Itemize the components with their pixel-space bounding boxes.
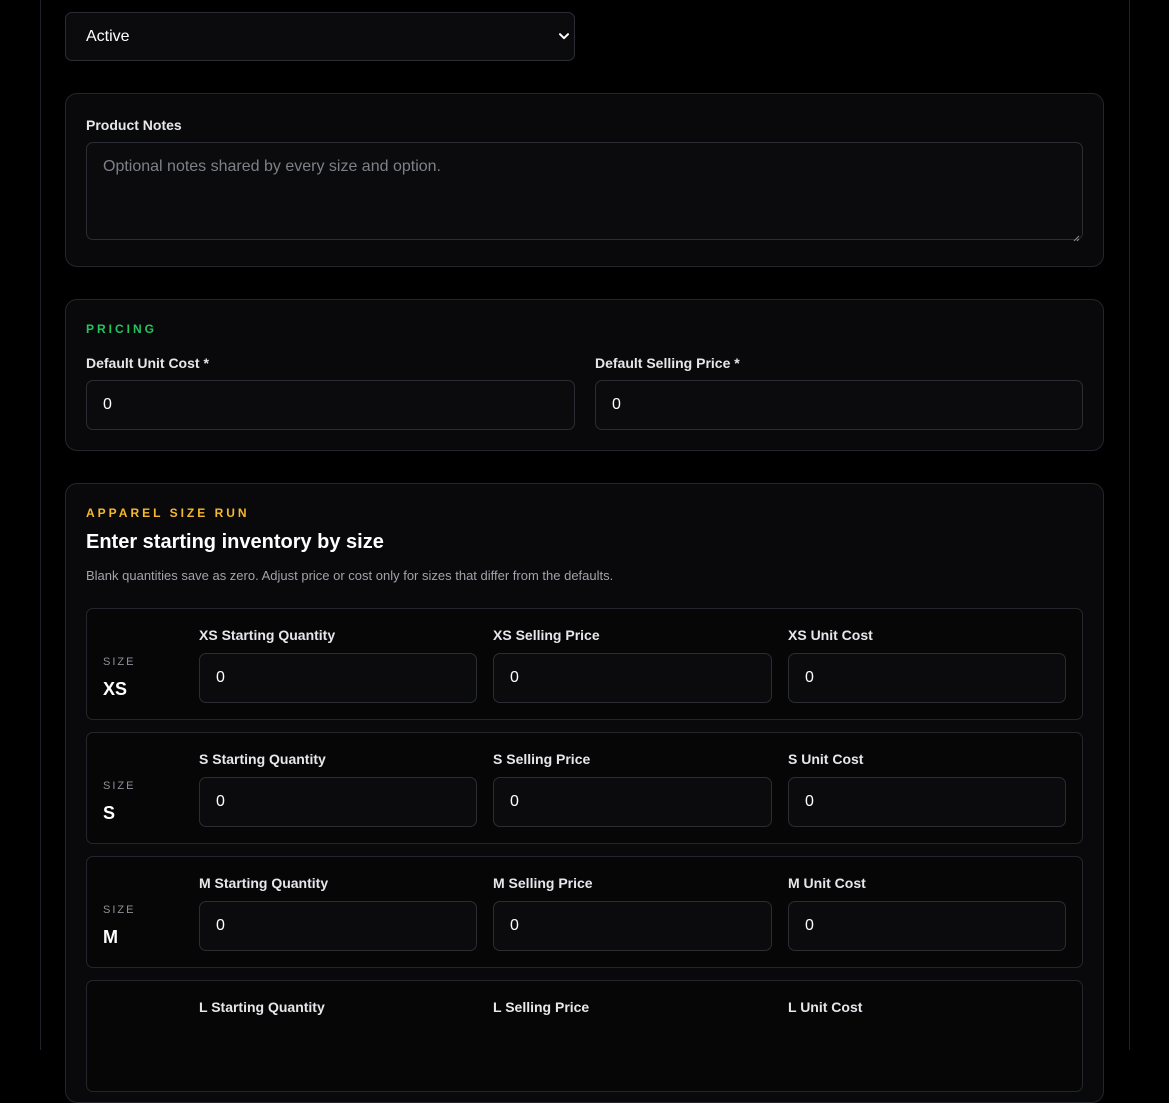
unit-cost-label: XS Unit Cost	[788, 627, 873, 643]
size-row-m: SIZE M M Starting Quantity 0 M Selling P…	[86, 856, 1083, 968]
resize-grip-icon[interactable]	[1072, 229, 1080, 242]
size-code: S	[103, 803, 116, 823]
size-run-description: Blank quantities save as zero. Adjust pr…	[86, 568, 614, 583]
status-select-value: Active	[86, 28, 130, 45]
unit-cost-value: 0	[805, 793, 814, 810]
size-run-heading: Enter starting inventory by size	[86, 531, 384, 553]
selling-price-value: 0	[510, 917, 519, 934]
selling-price-value: 0	[510, 793, 519, 810]
starting-quantity-value: 0	[216, 793, 225, 810]
unit-cost-label: Default Unit Cost *	[86, 355, 209, 371]
notes-card: Product Notes Optional notes shared by e…	[65, 93, 1104, 267]
unit-cost-input[interactable]: 0	[788, 901, 1066, 951]
starting-quantity-value: 0	[216, 917, 225, 934]
size-row-l: L Starting Quantity L Selling Price L Un…	[86, 980, 1083, 1092]
notes-textarea[interactable]: Optional notes shared by every size and …	[86, 142, 1083, 242]
starting-quantity-input[interactable]: 0	[199, 653, 477, 703]
unit-cost-value: 0	[805, 917, 814, 934]
unit-cost-value: 0	[805, 669, 814, 686]
selling-price-label: S Selling Price	[493, 751, 591, 767]
size-code: M	[103, 927, 118, 947]
starting-quantity-label: M Starting Quantity	[199, 875, 329, 891]
unit-cost-label: L Unit Cost	[788, 999, 863, 1015]
unit-cost-label: S Unit Cost	[788, 751, 864, 767]
unit-cost-label: M Unit Cost	[788, 875, 866, 891]
status-select[interactable]: Active	[65, 12, 575, 61]
starting-quantity-input[interactable]: 0	[199, 901, 477, 951]
notes-placeholder: Optional notes shared by every size and …	[103, 158, 441, 175]
unit-cost-input[interactable]: 0	[788, 777, 1066, 827]
selling-price-label: XS Selling Price	[493, 627, 600, 643]
starting-quantity-label: L Starting Quantity	[199, 999, 325, 1015]
size-caption: SIZE	[103, 904, 136, 916]
selling-price-label: Default Selling Price *	[595, 355, 740, 371]
selling-price-input[interactable]: 0	[493, 777, 772, 827]
size-code: XS	[103, 679, 128, 699]
selling-price-value: 0	[510, 669, 519, 686]
pricing-eyebrow: PRICING	[86, 322, 158, 336]
starting-quantity-value: 0	[216, 669, 225, 686]
chevron-down-icon	[557, 13, 571, 60]
selling-price-input[interactable]: 0	[493, 653, 772, 703]
unit-cost-input[interactable]: 0	[788, 653, 1066, 703]
selling-price-input[interactable]: 0	[493, 901, 772, 951]
starting-quantity-label: XS Starting Quantity	[199, 627, 336, 643]
starting-quantity-label: S Starting Quantity	[199, 751, 326, 767]
notes-label: Product Notes	[86, 117, 182, 133]
default-unit-cost-value: 0	[103, 396, 112, 413]
size-run-card: APPAREL SIZE RUN Enter starting inventor…	[65, 483, 1104, 1103]
size-caption: SIZE	[103, 656, 136, 668]
size-row-xs: SIZE XS XS Starting Quantity 0 XS Sellin…	[86, 608, 1083, 720]
size-row-s: SIZE S S Starting Quantity 0 S Selling P…	[86, 732, 1083, 844]
pricing-card: PRICING Default Unit Cost * 0 Default Se…	[65, 299, 1104, 451]
size-run-eyebrow: APPAREL SIZE RUN	[86, 506, 250, 520]
starting-quantity-input[interactable]: 0	[199, 777, 477, 827]
size-caption: SIZE	[103, 780, 136, 792]
default-unit-cost-input[interactable]: 0	[86, 380, 575, 430]
selling-price-label: M Selling Price	[493, 875, 593, 891]
default-selling-price-value: 0	[612, 396, 621, 413]
selling-price-label: L Selling Price	[493, 999, 590, 1015]
default-selling-price-input[interactable]: 0	[595, 380, 1083, 430]
